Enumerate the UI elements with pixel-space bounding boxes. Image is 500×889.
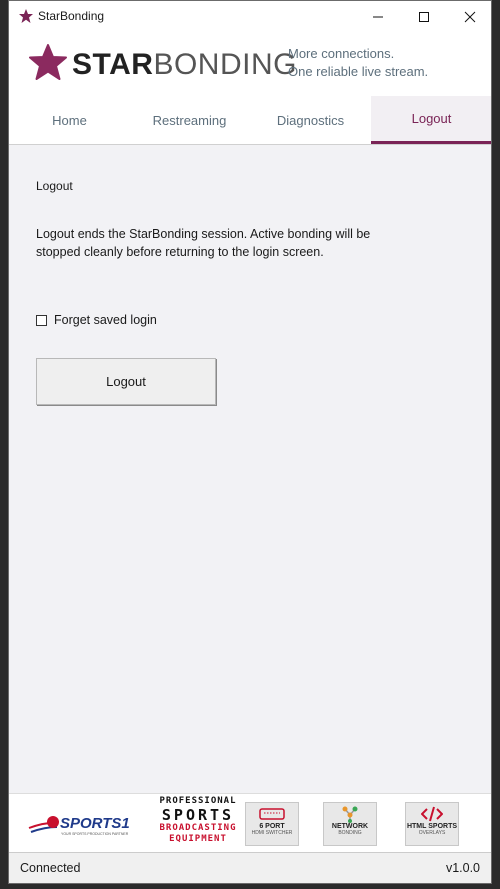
- product-3-line-2: OVERLAYS: [418, 830, 446, 836]
- brand-logo-text: STARBONDING: [72, 48, 297, 82]
- forget-login-option[interactable]: Forget saved login: [36, 313, 157, 327]
- tab-home[interactable]: Home: [9, 96, 130, 144]
- brand-header: STARBONDING More connections. One reliab…: [9, 32, 491, 96]
- version-label: v1.0.0: [445, 861, 480, 875]
- forget-login-label[interactable]: Forget saved login: [54, 313, 157, 327]
- brand-name-light: BONDING: [153, 48, 297, 81]
- close-button[interactable]: [447, 1, 491, 32]
- sponsor-bar: SPORTS1 YOUR SPORTS PRODUCTION PARTNER P…: [9, 793, 491, 852]
- product-1-line-1: 6 PORT: [259, 823, 285, 830]
- tagline-line-2: One reliable live stream.: [288, 64, 429, 79]
- minimize-button[interactable]: [355, 1, 401, 32]
- sports1-tagline: YOUR SPORTS PRODUCTION PARTNER: [61, 832, 129, 836]
- section-heading: Logout: [36, 179, 73, 193]
- product-html-overlays: HTML SPORTS OVERLAYS: [405, 802, 459, 846]
- window-title: StarBonding: [38, 9, 105, 23]
- logout-button[interactable]: Logout: [36, 358, 216, 405]
- star-logo-icon: [29, 44, 67, 80]
- connection-status: Connected: [20, 861, 81, 875]
- product-1-line-2: HDMI SWITCHER: [251, 830, 293, 836]
- brand-name-bold: STAR: [72, 48, 154, 81]
- forget-login-checkbox[interactable]: [36, 314, 47, 326]
- tab-restreaming[interactable]: Restreaming: [129, 96, 250, 144]
- tab-bar: Home Restreaming Diagnostics Logout: [9, 96, 491, 145]
- tab-diagnostics[interactable]: Diagnostics: [250, 96, 371, 144]
- title-bar[interactable]: StarBonding: [9, 1, 491, 32]
- maximize-icon: [419, 11, 429, 22]
- network-icon: [342, 806, 358, 823]
- product-3-line-1: HTML SPORTS: [406, 823, 458, 830]
- psbe-line-3: BROADCASTING: [159, 823, 237, 833]
- logout-description: Logout ends the StarBonding session. Act…: [36, 227, 371, 259]
- status-bar: Connected v1.0.0: [9, 852, 491, 883]
- logout-panel: Logout Logout ends the StarBonding sessi…: [9, 145, 491, 793]
- app-window: StarBonding STARBONDING More connections…: [8, 0, 492, 884]
- code-icon: [421, 806, 443, 822]
- psbe-line-4: EQUIPMENT: [169, 834, 227, 844]
- minimize-icon: [373, 16, 383, 17]
- psbe-logo: PROFESSIONAL SPORTS BROADCASTING EQUIPME…: [149, 796, 247, 845]
- product-2-line-1: NETWORK: [331, 823, 369, 830]
- psbe-line-2: SPORTS: [161, 806, 235, 824]
- hdmi-port-icon: [259, 808, 285, 820]
- sports1-logo: SPORTS1 YOUR SPORTS PRODUCTION PARTNER: [28, 815, 130, 836]
- close-icon: [464, 11, 476, 22]
- sports1-name: SPORTS1: [60, 815, 130, 832]
- product-2-line-2: BONDING: [338, 830, 362, 836]
- star-app-icon: [19, 9, 33, 23]
- product-network-bonding: NETWORK BONDING: [323, 802, 377, 846]
- product-hdmi-switcher: 6 PORT HDMI SWITCHER: [245, 802, 299, 846]
- tab-logout[interactable]: Logout: [371, 96, 491, 144]
- brand-tagline: More connections. One reliable live stre…: [288, 45, 428, 81]
- maximize-button[interactable]: [401, 1, 447, 32]
- tagline-line-1: More connections.: [288, 46, 395, 61]
